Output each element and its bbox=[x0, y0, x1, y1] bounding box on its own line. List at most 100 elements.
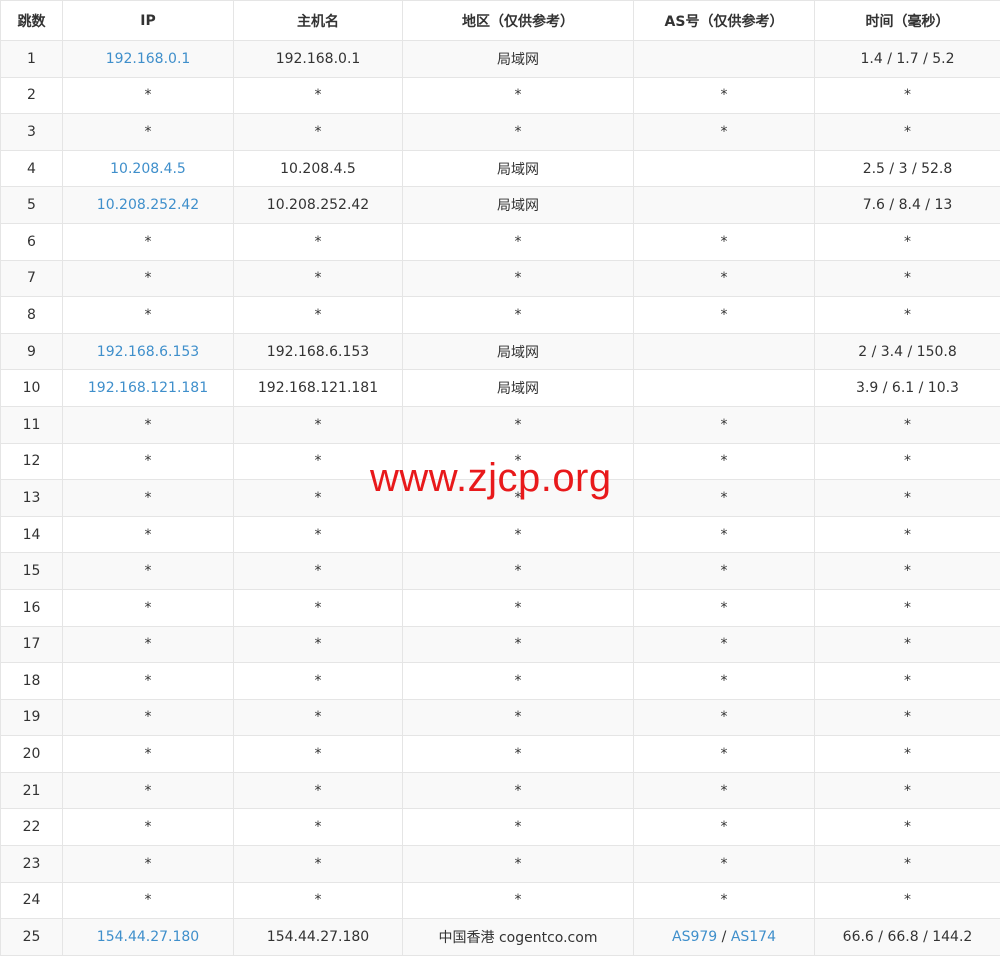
ip-cell: * bbox=[62, 662, 234, 700]
region-cell: * bbox=[402, 515, 634, 554]
region-cell: * bbox=[402, 76, 634, 115]
time-cell: * bbox=[814, 845, 1000, 883]
hop-cell: 17 bbox=[0, 625, 63, 664]
region-cell: 局域网 bbox=[402, 369, 634, 407]
as-value: * bbox=[720, 746, 728, 763]
header-hostname: 主机名 bbox=[233, 0, 403, 41]
time-cell: * bbox=[814, 479, 1000, 517]
hop-cell: 5 bbox=[0, 186, 63, 224]
hostname-cell: * bbox=[233, 881, 403, 920]
hostname-cell: 192.168.0.1 bbox=[233, 40, 403, 78]
time-cell: * bbox=[814, 552, 1000, 590]
header-row: 跳数 IP 主机名 地区（仅供参考） AS号（仅供参考） 时间（毫秒） bbox=[0, 0, 1000, 41]
hop-cell: 15 bbox=[0, 552, 63, 590]
region-cell: 中国香港 cogentco.com bbox=[402, 918, 634, 956]
as-cell bbox=[633, 186, 815, 224]
hop-cell: 23 bbox=[0, 845, 63, 883]
hop-cell: 24 bbox=[0, 881, 63, 920]
hostname-cell: * bbox=[233, 552, 403, 590]
ip-cell: * bbox=[62, 808, 234, 847]
as-value: * bbox=[720, 599, 728, 616]
table-row: 11 * * * * * bbox=[0, 405, 1000, 444]
ip-cell: 10.208.252.42 bbox=[62, 186, 234, 224]
ip-link[interactable]: 10.208.252.42 bbox=[97, 197, 199, 213]
as-cell bbox=[633, 369, 815, 407]
ip-cell: * bbox=[62, 552, 234, 590]
as-cell: * bbox=[633, 479, 815, 517]
hop-cell: 1 bbox=[0, 40, 63, 78]
ip-cell: * bbox=[62, 515, 234, 554]
time-cell: * bbox=[814, 808, 1000, 847]
hostname-cell: * bbox=[233, 479, 403, 517]
as-cell: * bbox=[633, 515, 815, 554]
header-ip: IP bbox=[62, 0, 234, 41]
ip-link[interactable]: 154.44.27.180 bbox=[97, 929, 199, 945]
hop-cell: 8 bbox=[0, 296, 63, 334]
as-cell bbox=[633, 40, 815, 78]
table-row: 5 10.208.252.42 10.208.252.42 局域网 7.6 / 8.4 … bbox=[0, 186, 1000, 224]
as-value: * bbox=[720, 453, 728, 470]
time-cell: 3.9 / 6.1 / 10.3 bbox=[814, 369, 1000, 407]
region-cell: * bbox=[402, 479, 634, 517]
as-value: * bbox=[720, 819, 728, 836]
as-value: * bbox=[720, 489, 728, 506]
as-value: * bbox=[720, 636, 728, 653]
as-link[interactable]: AS174 bbox=[731, 929, 776, 945]
hop-cell: 2 bbox=[0, 76, 63, 115]
as-cell: * bbox=[633, 113, 815, 151]
hop-cell: 9 bbox=[0, 332, 63, 371]
as-link[interactable]: AS979 bbox=[672, 929, 717, 945]
as-cell: * bbox=[633, 808, 815, 847]
as-separator: / bbox=[717, 929, 731, 946]
region-cell: * bbox=[402, 552, 634, 590]
as-value: * bbox=[720, 123, 728, 140]
region-cell: * bbox=[402, 808, 634, 847]
hop-cell: 25 bbox=[0, 918, 63, 956]
ip-cell: 154.44.27.180 bbox=[62, 918, 234, 956]
hostname-cell: * bbox=[233, 405, 403, 444]
time-cell: * bbox=[814, 771, 1000, 810]
region-cell: * bbox=[402, 222, 634, 261]
ip-cell: * bbox=[62, 479, 234, 517]
table-row: 1 192.168.0.1 192.168.0.1 局域网 1.4 / 1.7 / 5.… bbox=[0, 40, 1000, 78]
time-cell: 2.5 / 3 / 52.8 bbox=[814, 149, 1000, 188]
table-row: 15 * * * * * bbox=[0, 552, 1000, 590]
ip-cell: * bbox=[62, 698, 234, 737]
table-row: 23 * * * * * bbox=[0, 845, 1000, 883]
hop-cell: 21 bbox=[0, 771, 63, 810]
ip-cell: 192.168.121.181 bbox=[62, 369, 234, 407]
as-value: * bbox=[720, 672, 728, 689]
as-value: * bbox=[720, 563, 728, 580]
header-hop: 跳数 bbox=[0, 0, 63, 41]
ip-cell: * bbox=[62, 222, 234, 261]
as-value: * bbox=[720, 709, 728, 726]
hop-cell: 22 bbox=[0, 808, 63, 847]
table-row: 6 * * * * * bbox=[0, 222, 1000, 261]
time-cell: * bbox=[814, 662, 1000, 700]
region-cell: * bbox=[402, 588, 634, 627]
ip-cell: * bbox=[62, 113, 234, 151]
ip-link[interactable]: 192.168.121.181 bbox=[88, 380, 208, 396]
ip-link[interactable]: 192.168.0.1 bbox=[106, 51, 191, 67]
as-cell: * bbox=[633, 625, 815, 664]
hostname-cell: * bbox=[233, 698, 403, 737]
time-cell: * bbox=[814, 222, 1000, 261]
ip-link[interactable]: 192.168.6.153 bbox=[97, 344, 199, 360]
ip-link[interactable]: 10.208.4.5 bbox=[110, 161, 186, 177]
table-row: 8 * * * * * bbox=[0, 296, 1000, 334]
time-cell: * bbox=[814, 113, 1000, 151]
region-cell: * bbox=[402, 113, 634, 151]
hop-cell: 4 bbox=[0, 149, 63, 188]
time-cell: * bbox=[814, 625, 1000, 664]
table-row: 22 * * * * * bbox=[0, 808, 1000, 847]
ip-cell: * bbox=[62, 735, 234, 773]
region-cell: 局域网 bbox=[402, 186, 634, 224]
as-cell: * bbox=[633, 442, 815, 481]
ip-cell: * bbox=[62, 771, 234, 810]
hostname-cell: * bbox=[233, 113, 403, 151]
hostname-cell: * bbox=[233, 76, 403, 115]
hop-cell: 13 bbox=[0, 479, 63, 517]
as-value: * bbox=[720, 526, 728, 543]
region-cell: * bbox=[402, 405, 634, 444]
as-cell: * bbox=[633, 76, 815, 115]
